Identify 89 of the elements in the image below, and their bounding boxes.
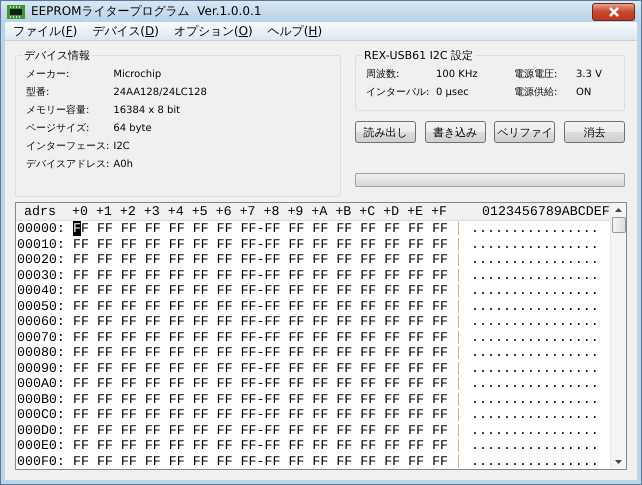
- ascii-cell: ................: [471, 376, 599, 392]
- column-header: +0 +1 +2 +3 +4 +5 +6 +7 +8 +9 +A +B +C +D +E +F: [72, 204, 448, 220]
- scroll-thumb[interactable]: [612, 217, 626, 233]
- field-label: 電源電圧:: [514, 68, 558, 82]
- ascii-cell: ................: [471, 392, 599, 407]
- field-value: Microchip: [113, 68, 162, 82]
- address-cell-text: 00040:: [17, 283, 66, 298]
- ascii-cell: ................: [471, 345, 599, 360]
- field-value: I2C: [113, 140, 131, 154]
- hex-bytes: FF FF FF FF FF FF FF FF-FF FF FF FF FF FF FF FF: [73, 422, 448, 438]
- ascii-cell: ................: [471, 422, 599, 438]
- ascii-cell: ................: [471, 268, 599, 283]
- address-cell-text: 00080:: [17, 345, 66, 360]
- hex-bytes: FF FF FF FF FF FF FF FF-FF FF FF FF FF FF FF FF: [73, 314, 448, 330]
- group-title: デバイス情報: [22, 48, 92, 63]
- address-cell-text: 000A0:: [17, 376, 66, 392]
- address-cell-text: 00030:: [17, 268, 66, 283]
- field-value: 3.3 V: [576, 68, 602, 82]
- address-cell-text: 00050:: [17, 298, 66, 314]
- address-cell-text: 000C0:: [17, 407, 66, 422]
- group-title: REX-USB61 I2C 設定: [362, 48, 476, 63]
- close-icon: [608, 6, 620, 17]
- menu-item[interactable]: ファイル(F): [7, 22, 86, 40]
- scroll-up-icon[interactable]: [615, 208, 622, 212]
- ascii-cell: ................: [471, 314, 599, 330]
- field-value: 24AA128/24LC128: [113, 86, 207, 100]
- address-cell-text: 00060:: [17, 314, 66, 330]
- field-value: 100 KHz: [436, 68, 478, 82]
- address-cell-text: 000B0:: [17, 392, 66, 407]
- hex-bytes: FF FF FF FF FF FF FF FF-FF FF FF FF FF FF FF FF: [73, 330, 448, 345]
- field-value: 16384 x 8 bit: [113, 104, 182, 118]
- chip-icon: [7, 4, 25, 19]
- ascii-cell: ................: [471, 221, 599, 236]
- address-cell-text: 000F0:: [17, 454, 66, 469]
- address-cell-text: 00010:: [17, 236, 66, 252]
- address-cell-text: 00000:: [17, 221, 66, 236]
- ascii-cell: ................: [471, 236, 599, 252]
- menu-item[interactable]: デバイス(D): [86, 22, 168, 40]
- field-label: メーカー:: [26, 68, 70, 82]
- column-header: adrs: [23, 204, 57, 220]
- scrollbar[interactable]: [610, 203, 626, 469]
- hex-bytes: FF FF FF FF FF FF FF FF-FF FF FF FF FF FF FF FF: [73, 283, 448, 298]
- field-label: インターバル:: [366, 86, 430, 100]
- action-button[interactable]: ベリファイ: [494, 121, 556, 143]
- menu-item[interactable]: ヘルプ(H): [262, 22, 332, 40]
- hex-bytes: FF FF FF FF FF FF FF FF-FF FF FF FF FF FF FF FF: [73, 252, 448, 268]
- ascii-cell: ................: [471, 438, 599, 454]
- ascii-cell: ................: [471, 298, 599, 314]
- address-cell-text: 000D0:: [17, 422, 66, 438]
- window-title: EEPROMライタープログラム Ver.1.0.0.1: [31, 3, 262, 20]
- close-button[interactable]: [592, 2, 635, 21]
- ascii-cell: ................: [471, 283, 599, 298]
- hex-bytes: FF FF FF FF FF FF FF FF-FF FF FF FF FF FF FF FF: [73, 454, 448, 469]
- address-cell-text: 00070:: [17, 330, 66, 345]
- field-value: A0h: [113, 158, 134, 172]
- hex-bytes: FF FF FF FF FF FF FF FF-FF FF FF FF FF FF FF FF: [73, 236, 448, 252]
- menu-item[interactable]: オプション(O): [168, 22, 262, 40]
- scroll-down-icon[interactable]: [615, 460, 622, 464]
- action-button[interactable]: 書き込み: [424, 121, 486, 143]
- field-label: インターフェース:: [26, 140, 110, 154]
- ascii-cell: ................: [471, 407, 599, 422]
- hex-bytes: FF FF FF FF FF FF FF FF-FF FF FF FF FF FF FF FF: [73, 407, 448, 422]
- field-label: ページサイズ:: [26, 122, 90, 136]
- hex-bytes: FF FF FF FF FF FF FF FF-FF FF FF FF FF FF FF FF: [73, 360, 448, 376]
- ascii-cell: ................: [471, 330, 599, 345]
- ascii-cell: ................: [471, 252, 599, 268]
- hex-bytes: FF FF FF FF FF FF FF FF-FF FF FF FF FF FF FF FF: [73, 438, 448, 454]
- hex-bytes: FF FF FF FF FF FF FF FF-FF FF FF FF FF FF FF FF: [73, 392, 448, 407]
- field-label: デバイスアドレス:: [26, 158, 110, 172]
- field-label: 電源供給:: [514, 86, 558, 100]
- ascii-cell: ................: [471, 360, 599, 376]
- field-label: 周波数:: [366, 68, 400, 82]
- address-cell-text: 00020:: [17, 252, 66, 268]
- hex-bytes: FF FF FF FF FF FF FF FF-FF FF FF FF FF FF FF FF: [73, 345, 448, 360]
- address-cell-text: 000E0:: [17, 438, 66, 454]
- hex-bytes: FF FF FF FF FF FF FF FF-FF FF FF FF FF FF FF FF: [73, 376, 448, 392]
- hex-bytes: FF FF FF FF FF FF FF FF-FF FF FF FF FF FF FF FF: [73, 221, 448, 236]
- field-value: 64 byte: [113, 122, 153, 136]
- field-label: メモリー容量:: [26, 104, 90, 118]
- ascii-cell: ................: [471, 454, 599, 469]
- column-header: 0123456789ABCDEF: [482, 204, 610, 220]
- field-value: ON: [576, 86, 592, 100]
- field-label: 型番:: [26, 86, 50, 100]
- action-button[interactable]: 消去: [564, 121, 625, 143]
- address-cell-text: 00090:: [17, 360, 66, 376]
- hex-bytes: FF FF FF FF FF FF FF FF-FF FF FF FF FF FF FF FF: [73, 298, 448, 314]
- field-value: 0 μsec: [436, 86, 469, 100]
- hex-bytes: FF FF FF FF FF FF FF FF-FF FF FF FF FF FF FF FF: [73, 268, 448, 283]
- action-button[interactable]: 読み出し: [355, 121, 416, 143]
